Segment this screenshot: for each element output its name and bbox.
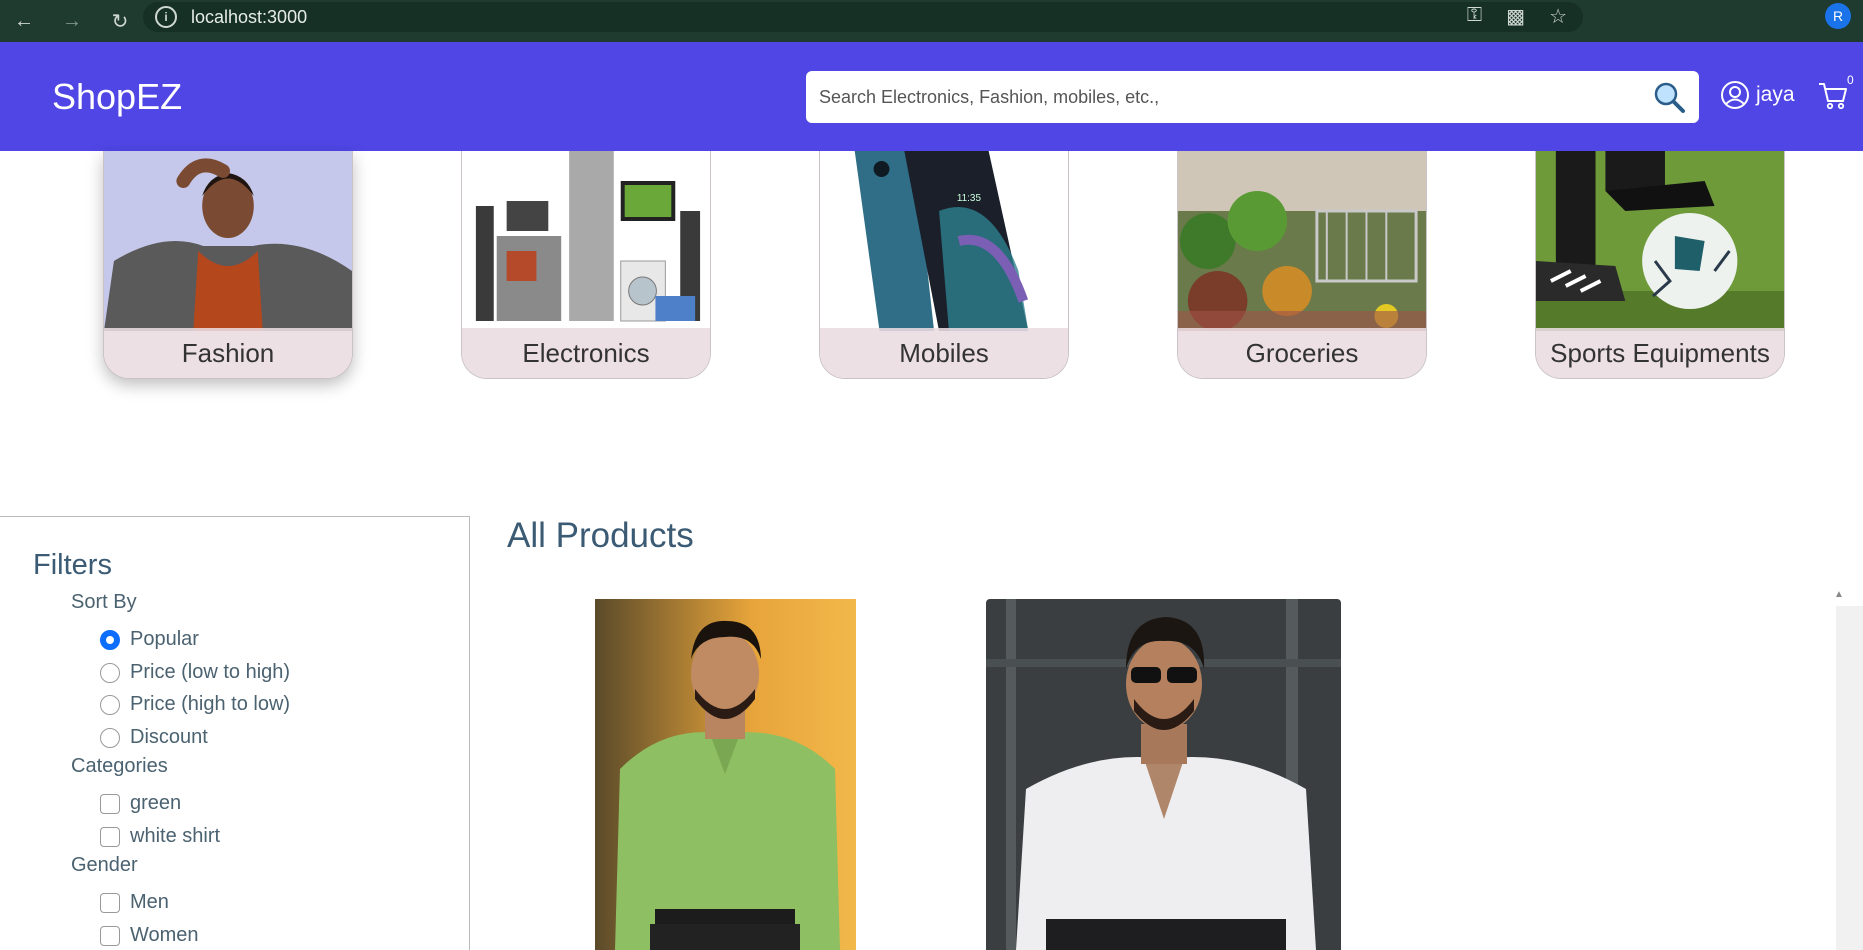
browser-toolbar: ← → ↻ i localhost:3000 ⚿ ▩ ☆ R xyxy=(0,0,1863,42)
page-scrollbar[interactable] xyxy=(1836,606,1863,950)
sort-by-heading: Sort By xyxy=(71,591,137,613)
cart-count-badge: 0 xyxy=(1847,73,1854,87)
category-filter-label: white shirt xyxy=(130,825,221,847)
mobiles-category-image: 11:35 xyxy=(820,151,1068,331)
user-circle-icon xyxy=(1721,81,1749,109)
category-filter-white-shirt[interactable]: white shirt xyxy=(100,825,220,848)
back-icon[interactable]: ← xyxy=(12,10,36,33)
install-app-icon[interactable]: ▩ xyxy=(1506,4,1525,29)
electronics-category-image xyxy=(462,151,710,331)
browser-profile-avatar[interactable]: R xyxy=(1825,3,1851,29)
category-label: Electronics xyxy=(462,328,710,378)
reload-icon[interactable]: ↻ xyxy=(108,9,132,34)
address-bar[interactable]: i localhost:3000 ⚿ ▩ ☆ xyxy=(143,2,1583,32)
search-bar xyxy=(806,71,1699,123)
sports-category-image xyxy=(1536,151,1784,331)
radio-button[interactable] xyxy=(100,694,120,715)
product-card[interactable] xyxy=(595,599,856,950)
category-label: Sports Equipments xyxy=(1536,328,1784,378)
categories-heading: Categories xyxy=(71,755,168,777)
bookmark-star-icon[interactable]: ☆ xyxy=(1549,4,1567,29)
user-menu[interactable]: jaya xyxy=(1720,80,1795,110)
forward-icon[interactable]: → xyxy=(60,10,84,33)
sort-option-price-low-high[interactable]: Price (low to high) xyxy=(100,661,290,684)
sort-option-label: Popular xyxy=(130,628,199,650)
sort-option-label: Price (low to high) xyxy=(130,661,291,683)
filters-title: Filters xyxy=(33,549,112,581)
checkbox[interactable] xyxy=(100,925,120,946)
gender-filter-women[interactable]: Women xyxy=(100,924,199,947)
radio-button[interactable] xyxy=(100,629,120,650)
gender-heading: Gender xyxy=(71,854,138,876)
fashion-category-image xyxy=(104,151,352,331)
browser-nav: ← → ↻ xyxy=(0,9,132,34)
sort-option-popular[interactable]: Popular xyxy=(100,628,199,651)
gender-filter-label: Women xyxy=(130,924,199,946)
radio-button[interactable] xyxy=(100,727,120,748)
gender-filter-label: Men xyxy=(130,891,169,913)
all-products-title: All Products xyxy=(507,516,694,555)
checkbox[interactable] xyxy=(100,793,120,814)
gender-filter-men[interactable]: Men xyxy=(100,891,169,914)
groceries-category-image xyxy=(1178,151,1426,331)
category-card-groceries[interactable]: Groceries xyxy=(1177,151,1427,379)
site-info-icon[interactable]: i xyxy=(155,6,177,28)
checkbox[interactable] xyxy=(100,826,120,847)
product-image xyxy=(595,599,856,950)
sort-option-discount[interactable]: Discount xyxy=(100,726,208,749)
checkbox[interactable] xyxy=(100,892,120,913)
category-card-mobiles[interactable]: 11:35 Mobiles xyxy=(819,151,1069,379)
category-filter-green[interactable]: green xyxy=(100,792,181,815)
radio-button[interactable] xyxy=(100,662,120,683)
brand-logo[interactable]: ShopEZ xyxy=(52,76,182,118)
category-label: Fashion xyxy=(104,328,352,378)
category-filter-label: green xyxy=(130,792,182,814)
svg-text:11:35: 11:35 xyxy=(957,193,982,204)
search-input[interactable] xyxy=(806,71,1645,123)
app-header: ShopEZ jaya 0 xyxy=(0,42,1863,151)
url-text[interactable]: localhost:3000 xyxy=(191,7,307,28)
cart-button[interactable] xyxy=(1818,82,1848,115)
category-label: Mobiles xyxy=(820,328,1068,378)
username-label[interactable]: jaya xyxy=(1756,83,1795,107)
password-key-icon[interactable]: ⚿ xyxy=(1467,4,1482,29)
category-card-fashion[interactable]: Fashion xyxy=(103,151,353,379)
category-label: Groceries xyxy=(1178,328,1426,378)
filters-panel: Filters Sort By Popular Price (low to hi… xyxy=(0,516,470,950)
scroll-up-arrow-icon[interactable]: ▲ xyxy=(1834,589,1844,600)
sort-option-price-high-low[interactable]: Price (high to low) xyxy=(100,693,290,716)
category-card-electronics[interactable]: Electronics xyxy=(461,151,711,379)
product-image xyxy=(986,599,1341,950)
sort-option-label: Discount xyxy=(130,726,208,748)
cart-icon xyxy=(1819,83,1847,110)
category-card-sports-equipments[interactable]: Sports Equipments xyxy=(1535,151,1785,379)
sort-option-label: Price (high to low) xyxy=(130,693,291,715)
search-icon[interactable] xyxy=(1645,73,1693,121)
address-bar-actions: ⚿ ▩ ☆ xyxy=(1467,4,1567,29)
product-card[interactable] xyxy=(986,599,1341,950)
